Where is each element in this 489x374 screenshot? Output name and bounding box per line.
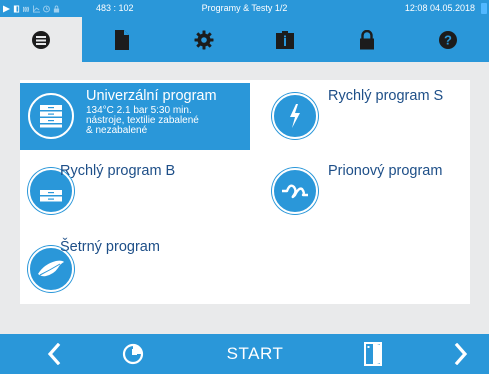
help-icon: ? xyxy=(439,30,458,49)
chevron-right-icon xyxy=(454,343,468,365)
prion-icon xyxy=(282,184,308,199)
status-bar: 483 : 102 Programy & Testy 1/2 12:08 04.… xyxy=(0,0,489,17)
lock-icon xyxy=(359,29,374,49)
timer-button[interactable] xyxy=(118,334,148,374)
program-universal[interactable]: Univerzální program 134°C 2.1 bar 5:30 m… xyxy=(20,83,250,150)
door-open-icon xyxy=(364,342,382,366)
status-edge-indicator xyxy=(481,3,487,14)
date-time: 12:08 04.05.2018 xyxy=(404,3,475,13)
tab-bar: ? xyxy=(0,17,489,62)
program-icon-prion xyxy=(272,168,318,214)
program-quick-s[interactable]: Rychlý program S xyxy=(262,83,470,150)
clipboard-info-icon xyxy=(276,30,295,49)
document-icon xyxy=(115,29,130,50)
tray-icon xyxy=(40,190,62,202)
program-name: Univerzální program xyxy=(86,88,217,104)
timer-icon xyxy=(122,343,144,365)
start-button[interactable]: START xyxy=(210,334,300,374)
program-description-line2: & nezabalené xyxy=(86,125,148,136)
door-button[interactable] xyxy=(358,334,388,374)
program-icon-universal xyxy=(28,93,74,139)
bottom-bar: START xyxy=(0,334,489,374)
tab-programs[interactable] xyxy=(0,17,82,62)
svg-text:?: ? xyxy=(444,32,452,47)
program-icon-quick-s xyxy=(272,93,318,139)
program-prion[interactable]: Prionový program xyxy=(262,160,470,227)
stack-icon xyxy=(40,105,62,128)
tab-settings[interactable] xyxy=(163,17,245,62)
start-label: START xyxy=(226,344,284,363)
program-gentle[interactable]: Šetrný program xyxy=(20,236,250,303)
program-name: Rychlý program B xyxy=(60,163,176,179)
previous-button[interactable] xyxy=(38,334,70,374)
lightning-icon xyxy=(290,104,300,128)
tab-help[interactable]: ? xyxy=(408,17,489,62)
feather-icon xyxy=(38,260,64,277)
program-name: Prionový program xyxy=(328,163,443,179)
program-name: Rychlý program S xyxy=(328,88,444,104)
tab-log[interactable] xyxy=(82,17,164,62)
list-icon xyxy=(31,30,50,49)
chevron-left-icon xyxy=(47,343,61,365)
tab-lock[interactable] xyxy=(326,17,408,62)
program-name: Šetrný program xyxy=(60,239,160,255)
program-quick-b[interactable]: Rychlý program B xyxy=(20,160,250,227)
tab-info[interactable] xyxy=(245,17,327,62)
gear-icon xyxy=(194,30,214,49)
next-button[interactable] xyxy=(446,334,476,374)
